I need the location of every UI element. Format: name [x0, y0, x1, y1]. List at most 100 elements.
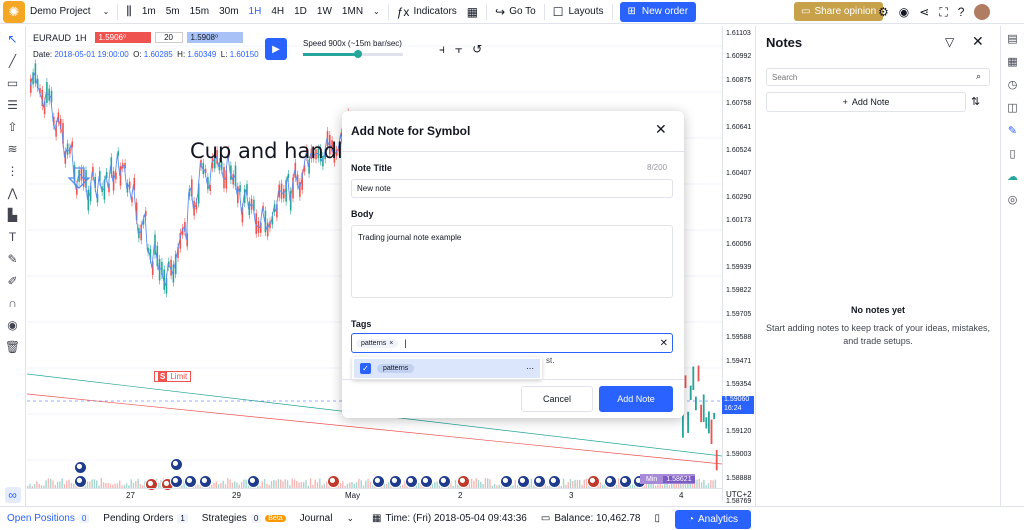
tf-4h[interactable]: 4H: [266, 1, 289, 23]
search-icon[interactable]: ⌕: [976, 71, 981, 82]
economic-event-flag-icon[interactable]: [372, 475, 385, 488]
economic-event-flag-icon[interactable]: [170, 475, 183, 488]
symbol-name[interactable]: EURAUD: [33, 33, 71, 43]
remove-tag-icon[interactable]: ×: [389, 340, 393, 347]
channel-icon[interactable]: ≋: [5, 141, 21, 157]
add-note-button[interactable]: Add Note: [599, 386, 673, 412]
chart-annotation-text[interactable]: Cup and handle: [190, 139, 356, 163]
sort-icon[interactable]: ⇅: [971, 95, 980, 108]
pen-icon[interactable]: ✐: [5, 273, 21, 289]
goto-button[interactable]: ↪ Go To: [490, 1, 541, 23]
layouts-button[interactable]: ☐ Layouts: [548, 1, 609, 23]
step-back-icon[interactable]: ⫞: [439, 42, 445, 57]
avatar[interactable]: [974, 4, 991, 20]
sell-price-button[interactable]: 1.5906⁰: [94, 32, 151, 43]
speed-slider-knob[interactable]: [354, 50, 362, 58]
play-icon[interactable]: ▶: [265, 38, 287, 60]
economic-event-flag-icon[interactable]: [604, 475, 617, 488]
app-logo-icon[interactable]: ✺: [3, 0, 25, 23]
tf-15m[interactable]: 15m: [185, 1, 214, 23]
tf-1d[interactable]: 1D: [289, 1, 312, 23]
economic-event-flag-icon[interactable]: [619, 475, 632, 488]
economic-event-flag-icon[interactable]: [184, 475, 197, 488]
economic-event-flag-icon[interactable]: [405, 475, 418, 488]
eye-icon[interactable]: ◉: [5, 317, 21, 333]
tab-journal[interactable]: Journal: [293, 513, 340, 524]
tag-option[interactable]: ✓ patterns ⋯: [354, 359, 540, 378]
share-opinion-button[interactable]: ▭ Share opinion: [794, 2, 884, 21]
fullscreen-icon[interactable]: ⛶: [939, 5, 947, 20]
economic-event-flag-icon[interactable]: [389, 475, 402, 488]
tab-open-positions[interactable]: Open Positions 0: [0, 513, 96, 524]
buy-price-button[interactable]: 1.5908⁰: [186, 32, 243, 43]
clear-tags-icon[interactable]: ✕: [660, 338, 668, 349]
link-icon[interactable]: ∞: [4, 487, 21, 503]
step-forward-icon[interactable]: ⫟: [455, 42, 462, 57]
new-order-button[interactable]: ⊞ New order: [619, 1, 697, 22]
close-icon[interactable]: ✕: [655, 121, 667, 138]
help-icon[interactable]: ?: [958, 5, 965, 19]
limit-order-tag[interactable]: S Limit: [154, 371, 192, 382]
notes-icon[interactable]: ✎: [1008, 124, 1017, 137]
alarm-clock-icon[interactable]: ◷: [1008, 78, 1018, 91]
economic-event-flag-icon[interactable]: [533, 475, 546, 488]
add-note-panel-button[interactable]: + Add Note: [766, 92, 966, 112]
economic-event-flag-icon[interactable]: [170, 458, 183, 471]
fib-icon[interactable]: ☰: [5, 97, 21, 113]
tf-1h[interactable]: 1H: [244, 1, 267, 23]
more-stats-icon[interactable]: ▯: [648, 513, 668, 524]
analytics-button[interactable]: ◔ Analytics: [675, 510, 751, 529]
file-icon[interactable]: ▯: [1009, 147, 1015, 160]
pattern-icon[interactable]: ⋀: [5, 185, 21, 201]
templates-grid-icon[interactable]: ▦: [462, 1, 483, 23]
rectangle-icon[interactable]: ▭: [5, 75, 21, 91]
target-icon[interactable]: ◎: [1008, 193, 1018, 206]
tf-1m[interactable]: 1m: [137, 1, 161, 23]
camera-icon[interactable]: ◉: [899, 5, 909, 19]
candles-icon[interactable]: ⫼: [121, 1, 137, 23]
filter-icon[interactable]: ▽: [945, 35, 954, 49]
filter-lines-icon[interactable]: ⋮: [5, 163, 21, 179]
project-selector[interactable]: Demo Project ⌄: [25, 1, 114, 23]
economic-event-flag-icon[interactable]: [199, 475, 212, 488]
timeframe-dropdown-icon[interactable]: ⌄: [368, 1, 385, 23]
economic-event-flag-icon[interactable]: [438, 475, 451, 488]
document-icon[interactable]: ▤: [1007, 32, 1017, 45]
calendar-icon[interactable]: ▦: [1007, 55, 1017, 68]
brush-icon[interactable]: ✎: [5, 251, 21, 267]
cloud-icon[interactable]: ☁: [1007, 170, 1018, 183]
replay-reset-icon[interactable]: ↺: [472, 42, 482, 56]
quantity-input[interactable]: 20: [154, 32, 183, 43]
more-options-icon[interactable]: ⋯: [526, 364, 534, 373]
magnet-icon[interactable]: ∩: [5, 295, 21, 311]
economic-event-flag-icon[interactable]: [74, 461, 87, 474]
time-axis[interactable]: 27 29 May 2 3 4: [27, 488, 722, 501]
notes-search-input[interactable]: [766, 68, 990, 86]
tf-5m[interactable]: 5m: [161, 1, 185, 23]
economic-event-flag-icon[interactable]: [457, 475, 470, 488]
economic-event-flag-icon[interactable]: [587, 475, 600, 488]
collapse-panel-icon[interactable]: ⌄: [339, 513, 361, 524]
settings-gear-icon[interactable]: ⚙: [878, 5, 889, 19]
price-axis[interactable]: 1.61103 1.60992 1.60875 1.60758 1.60641 1.605…: [722, 26, 754, 528]
note-body-textarea[interactable]: Trading journal note example: [351, 225, 673, 298]
projection-icon[interactable]: ▙: [5, 207, 21, 223]
share-icon[interactable]: ⋖: [919, 5, 929, 19]
tf-30m[interactable]: 30m: [214, 1, 243, 23]
tab-strategies[interactable]: Strategies 0 Beta: [195, 513, 293, 524]
note-title-input[interactable]: [351, 179, 673, 198]
cursor-icon[interactable]: ↖: [5, 31, 21, 47]
speed-slider[interactable]: [303, 50, 403, 58]
tab-pending-orders[interactable]: Pending Orders 1: [96, 513, 195, 524]
economic-event-flag-icon[interactable]: [327, 475, 340, 488]
trendline-icon[interactable]: ╱: [5, 53, 21, 69]
checkbox-checked-icon[interactable]: ✓: [360, 363, 371, 374]
tags-input[interactable]: patterns × | ✕: [351, 333, 673, 353]
economic-event-flag-icon[interactable]: [517, 475, 530, 488]
arrow-up-icon[interactable]: ⇧: [5, 119, 21, 135]
economic-event-flag-icon[interactable]: [74, 475, 87, 488]
economic-event-flag-icon[interactable]: [548, 475, 561, 488]
cancel-button[interactable]: Cancel: [521, 386, 593, 412]
text-icon[interactable]: T: [5, 229, 21, 245]
timezone-label[interactable]: UTC+2: [726, 490, 752, 499]
